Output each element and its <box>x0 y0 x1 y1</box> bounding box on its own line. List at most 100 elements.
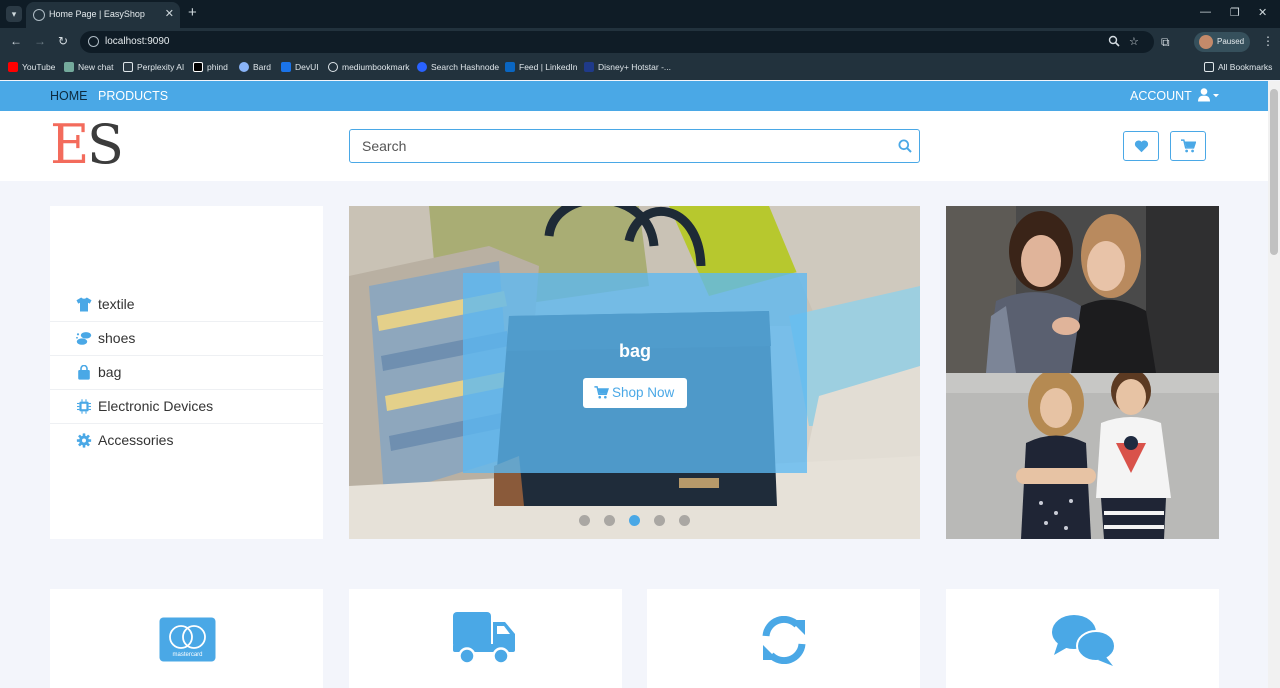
browser-tab-bar: ▾ Home Page | EasyShop ✕ + — ❐ ✕ <box>0 0 1280 28</box>
feature-card-returns <box>647 589 920 688</box>
bookmark-phind[interactable]: phind <box>193 62 228 72</box>
carousel-dot-2[interactable] <box>604 515 615 526</box>
category-label: Electronic Devices <box>98 398 214 414</box>
logo-letter-s[interactable]: S <box>87 114 124 176</box>
scrollbar-thumb[interactable] <box>1270 89 1278 255</box>
nav-products-link[interactable]: PRODUCTS <box>98 89 168 103</box>
bookmarks-bar: YouTube New chat Perplexity AI phind Bar… <box>0 56 1280 80</box>
browser-tab[interactable]: Home Page | EasyShop ✕ <box>26 2 180 28</box>
phind-icon <box>193 62 203 72</box>
globe-icon <box>33 9 45 21</box>
gear-icon <box>76 433 92 448</box>
chat-bubbles-icon <box>1052 615 1116 666</box>
bookmark-star-icon[interactable]: ☆ <box>1129 35 1139 48</box>
address-bar: ← → ↻ localhost:9090 ☆ ⧉ Paused ⋮ <box>0 28 1280 56</box>
tab-search-button[interactable]: ▾ <box>6 6 22 22</box>
shop-now-button[interactable]: Shop Now <box>583 378 687 408</box>
hero-carousel[interactable]: bag Shop Now <box>349 206 920 539</box>
profile-button[interactable]: Paused <box>1194 32 1250 52</box>
microchip-icon <box>77 399 91 414</box>
category-item-bag[interactable]: bag <box>50 356 323 390</box>
close-tab-icon[interactable]: ✕ <box>165 7 174 20</box>
search-bar <box>349 129 920 163</box>
perplexity-icon <box>123 62 133 72</box>
new-tab-button[interactable]: + <box>188 4 197 21</box>
shop-now-label: Shop Now <box>612 385 675 400</box>
close-window-icon[interactable]: ✕ <box>1258 6 1267 19</box>
category-label: Accessories <box>98 432 174 448</box>
cart-icon <box>1181 139 1196 153</box>
tab-title: Home Page | EasyShop <box>49 9 145 19</box>
delivery-truck-icon <box>453 612 515 665</box>
carousel-dot-3[interactable] <box>629 515 640 526</box>
promo-image-women[interactable] <box>946 206 1219 373</box>
hero-overlay: bag Shop Now <box>463 273 807 473</box>
tshirt-icon <box>76 297 92 312</box>
category-item-textile[interactable]: textile <box>50 288 323 322</box>
site-navbar: HOME PRODUCTS ACCOUNT <box>0 81 1268 111</box>
search-icon[interactable] <box>898 139 912 153</box>
minimize-icon[interactable]: — <box>1200 6 1211 18</box>
omnibox[interactable]: localhost:9090 ☆ <box>80 31 1154 53</box>
globe-icon <box>328 62 338 72</box>
back-icon[interactable]: ← <box>10 34 22 48</box>
category-label: shoes <box>98 330 136 346</box>
bookmark-devui[interactable]: DevUI <box>281 62 319 72</box>
cart-icon <box>594 386 609 399</box>
bookmark-bard[interactable]: Bard <box>239 62 271 72</box>
site-header: E S <box>0 111 1268 181</box>
bard-icon <box>239 62 249 72</box>
avatar <box>1199 35 1213 49</box>
category-sidebar: textile shoes bag Electronic Devices Acc… <box>50 206 323 539</box>
mastercard-text: mastercard <box>172 652 202 658</box>
url-text: localhost:9090 <box>105 36 170 47</box>
forward-icon[interactable]: → <box>34 34 46 48</box>
menu-icon[interactable]: ⋮ <box>1262 34 1274 48</box>
hashnode-icon <box>417 62 427 72</box>
carousel-dot-4[interactable] <box>654 515 665 526</box>
site-info-icon[interactable] <box>88 36 99 47</box>
devui-icon <box>281 62 291 72</box>
logo-letter-e[interactable]: E <box>50 114 89 176</box>
bookmark-hotstar[interactable]: Disney+ Hotstar -... <box>584 62 671 72</box>
nav-home-link[interactable]: HOME <box>50 89 88 103</box>
carousel-dot-1[interactable] <box>579 515 590 526</box>
bookmark-linkedin[interactable]: Feed | LinkedIn <box>505 62 577 72</box>
women-fashion-image <box>946 206 1219 373</box>
category-item-accessories[interactable]: Accessories <box>50 424 323 458</box>
youtube-icon <box>8 62 18 72</box>
extensions-icon[interactable]: ⧉ <box>1161 35 1170 50</box>
nav-account-link[interactable]: ACCOUNT <box>1130 89 1192 103</box>
chatgpt-icon <box>64 62 74 72</box>
carousel-dot-5[interactable] <box>679 515 690 526</box>
linkedin-icon <box>505 62 515 72</box>
category-label: textile <box>98 296 135 312</box>
zoom-icon[interactable] <box>1108 35 1120 47</box>
promo-image-kids[interactable] <box>946 373 1219 539</box>
folder-icon <box>1204 62 1214 72</box>
bookmark-perplexity[interactable]: Perplexity AI <box>123 62 184 72</box>
wishlist-button[interactable] <box>1123 131 1159 161</box>
all-bookmarks[interactable]: All Bookmarks <box>1204 62 1272 72</box>
category-item-shoes[interactable]: shoes <box>50 322 323 356</box>
heart-icon <box>1134 140 1149 153</box>
reload-icon[interactable]: ↻ <box>58 34 68 48</box>
category-label: bag <box>98 364 122 380</box>
bookmark-new-chat[interactable]: New chat <box>64 62 113 72</box>
cart-button[interactable] <box>1170 131 1206 161</box>
page-scrollbar[interactable] <box>1268 81 1280 688</box>
shoe-icon <box>76 332 92 345</box>
feature-card-payment: mastercard <box>50 589 323 688</box>
bookmark-hashnode[interactable]: Search Hashnode <box>417 62 499 72</box>
category-item-electronic-devices[interactable]: Electronic Devices <box>50 390 323 424</box>
mastercard-icon: mastercard <box>159 617 216 662</box>
user-dropdown-icon[interactable] <box>1198 88 1220 102</box>
profile-label: Paused <box>1217 37 1245 46</box>
feature-card-delivery <box>349 589 622 688</box>
search-input[interactable] <box>350 130 890 162</box>
kids-fashion-image <box>946 373 1219 539</box>
restore-icon[interactable]: ❐ <box>1230 6 1240 19</box>
hotstar-icon <box>584 62 594 72</box>
bookmark-youtube[interactable]: YouTube <box>8 62 55 72</box>
bookmark-mediumbookmark[interactable]: mediumbookmark <box>328 62 410 72</box>
